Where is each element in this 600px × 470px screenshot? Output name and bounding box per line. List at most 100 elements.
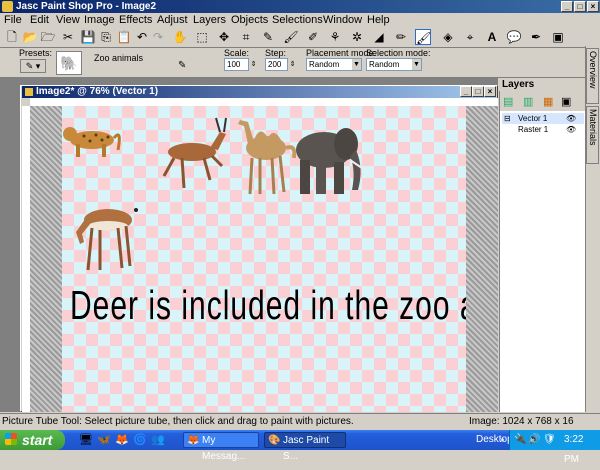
layers-palette-title: Layers — [499, 78, 585, 91]
messenger-icon[interactable]: 👥 — [151, 433, 165, 446]
scale-spinner[interactable]: ⇕ — [249, 58, 258, 71]
cut-icon[interactable]: ✂ — [60, 29, 76, 45]
gazelle-picture — [162, 117, 227, 189]
close-button[interactable]: × — [587, 1, 599, 12]
status-tool-hint: Picture Tube Tool: Select picture tube, … — [2, 416, 354, 427]
preset-shape-icon[interactable]: ▣ — [550, 29, 566, 45]
brush-icon[interactable]: 🖌 — [283, 29, 299, 45]
step-spinner[interactable]: ⇕ — [288, 58, 297, 71]
tray-volume-icon[interactable]: 🔊 — [528, 430, 540, 450]
minimize-button[interactable]: _ — [561, 1, 573, 12]
fill-icon[interactable]: ◈ — [440, 29, 456, 45]
elephant-picture — [296, 128, 363, 194]
doc-close-button[interactable]: × — [484, 86, 496, 97]
status-bar: Picture Tube Tool: Select picture tube, … — [0, 413, 600, 443]
scale-input[interactable]: 100 — [224, 58, 249, 71]
start-button[interactable]: start — [0, 430, 65, 450]
expand-icon[interactable]: ⊟ — [504, 113, 511, 124]
menu-help[interactable]: Help — [367, 13, 390, 27]
save-icon[interactable]: 💾 — [80, 29, 96, 45]
chevron-right-icon[interactable]: » — [500, 430, 504, 450]
visibility-eye-icon[interactable]: 👁 — [566, 124, 576, 135]
change-to-target-icon[interactable]: ✲ — [349, 29, 365, 45]
presets-dropdown[interactable]: ✎ ▾ — [20, 59, 46, 73]
menu-view[interactable]: View — [56, 13, 80, 27]
tray-network-icon[interactable]: 🔌 — [514, 430, 526, 450]
show-desktop-icon[interactable]: 🖥 — [79, 433, 93, 446]
tube-name: Zoo animals — [94, 53, 144, 63]
retouch-icon[interactable]: ⚘ — [327, 29, 343, 45]
menu-image[interactable]: Image — [84, 13, 115, 27]
firefox-icon[interactable]: 🦊 — [115, 433, 129, 446]
canvas-caption-text[interactable]: Deer is included in the zoo animals — [70, 284, 466, 330]
menu-selections[interactable]: Selections — [272, 13, 323, 27]
menu-edit[interactable]: Edit — [30, 13, 49, 27]
psp-icon: 🎨 — [268, 435, 281, 446]
tube-preview[interactable]: 🐘 — [56, 51, 82, 75]
burn-icon[interactable]: ◢ — [371, 29, 387, 45]
chevron-down-icon[interactable]: ▼ — [352, 59, 361, 70]
open-icon[interactable]: 📂 — [22, 29, 38, 45]
tube-options-icon[interactable]: ✎ — [178, 60, 186, 71]
new-vector-layer-icon[interactable]: ▥ — [523, 95, 533, 108]
paste-icon[interactable]: 📋 — [116, 29, 132, 45]
media-icon[interactable]: 🌀 — [133, 433, 147, 446]
tool-options-bar: Presets: ✎ ▾ 🐘 Zoo animals ✎ Scale: 100 … — [0, 47, 600, 78]
dropper-icon[interactable]: ✎ — [260, 29, 276, 45]
menu-window[interactable]: Window — [323, 13, 362, 27]
copy-icon[interactable]: ⎘ — [98, 29, 114, 45]
visibility-eye-icon[interactable]: 👁 — [566, 113, 576, 124]
chevron-down-icon[interactable]: ▼ — [412, 59, 421, 70]
quicklaunch-icon[interactable]: 🦋 — [97, 433, 111, 446]
scale-label: Scale: — [224, 48, 250, 58]
app-icon — [2, 1, 13, 12]
layer-properties-icon[interactable]: ▦ — [543, 95, 553, 108]
system-tray: 🔌 🔊 🛡 3:22 PM — [509, 430, 600, 465]
delete-layer-icon[interactable]: ▣ — [561, 95, 571, 108]
menu-file[interactable]: File — [4, 13, 22, 27]
layer-item-vector[interactable]: ⊟ Vector 1 👁 — [502, 113, 584, 124]
tab-materials[interactable]: Materials — [586, 106, 599, 164]
camel-picture — [238, 120, 296, 195]
canvas-margin — [30, 106, 62, 412]
menu-layers[interactable]: Layers — [193, 13, 226, 27]
task-my-messages[interactable]: 🦊 My Messag... — [183, 432, 259, 462]
pen-icon[interactable]: ✒ — [528, 29, 544, 45]
layer-item-raster[interactable]: Raster 1 👁 — [502, 124, 584, 135]
clone-icon[interactable]: ✐ — [305, 29, 321, 45]
redo-icon[interactable]: ↷ — [150, 29, 166, 45]
eraser-icon[interactable]: ✏ — [393, 29, 409, 45]
new-raster-layer-icon[interactable]: ▤ — [503, 95, 513, 108]
app-title-bar: Jasc Paint Shop Pro - Image2 _ □ × — [0, 0, 600, 13]
tab-overview[interactable]: Overview — [586, 48, 599, 104]
picture-tube-icon[interactable]: 🖌 — [415, 29, 431, 45]
menu-effects[interactable]: Effects — [119, 13, 152, 27]
task-paint-shop-pro[interactable]: 🎨 Jasc Paint S... — [264, 432, 346, 462]
desktop-toolbar-label[interactable]: Desktop — [476, 430, 513, 450]
new-icon[interactable]: 🗋 — [4, 29, 20, 45]
presets-label: Presets: — [19, 48, 53, 58]
undo-icon[interactable]: ↶ — [134, 29, 150, 45]
tray-shield-icon[interactable]: 🛡 — [543, 430, 556, 450]
firefox-icon: 🦊 — [187, 435, 200, 446]
vector-icon[interactable]: ⌖ — [462, 29, 478, 45]
document-title-bar: Image2* @ 76% (Vector 1) _ □ × — [22, 86, 496, 98]
doc-minimize-button[interactable]: _ — [460, 86, 472, 97]
menu-adjust[interactable]: Adjust — [157, 13, 188, 27]
move-icon[interactable]: ✥ — [216, 29, 232, 45]
step-input[interactable]: 200 — [265, 58, 288, 71]
selection-mode-label: Selection mode: — [366, 48, 431, 58]
browse-icon[interactable]: 🗁 — [40, 29, 56, 45]
menu-objects[interactable]: Objects — [231, 13, 268, 27]
selection-icon[interactable]: ⬚ — [194, 29, 210, 45]
doc-maximize-button[interactable]: □ — [472, 86, 484, 97]
text-icon[interactable]: A — [484, 29, 500, 45]
image-canvas[interactable]: Deer is included in the zoo animals — [62, 106, 466, 412]
callout-icon[interactable]: 💬 — [506, 29, 522, 45]
crop-icon[interactable]: ⌗ — [238, 29, 254, 45]
canvas-margin — [466, 106, 498, 412]
pan-icon[interactable]: ✋ — [172, 29, 188, 45]
main-toolbar: 🗋 📂 🗁 ✂ 💾 ⎘ 📋 ↶ ↷ ✋ ⬚ ✥ ⌗ ✎ 🖌 ✐ ⚘ ✲ ◢ ✏ … — [0, 27, 600, 48]
maximize-button[interactable]: □ — [574, 1, 586, 12]
document-title: Image2* @ 76% (Vector 1) — [36, 86, 159, 97]
